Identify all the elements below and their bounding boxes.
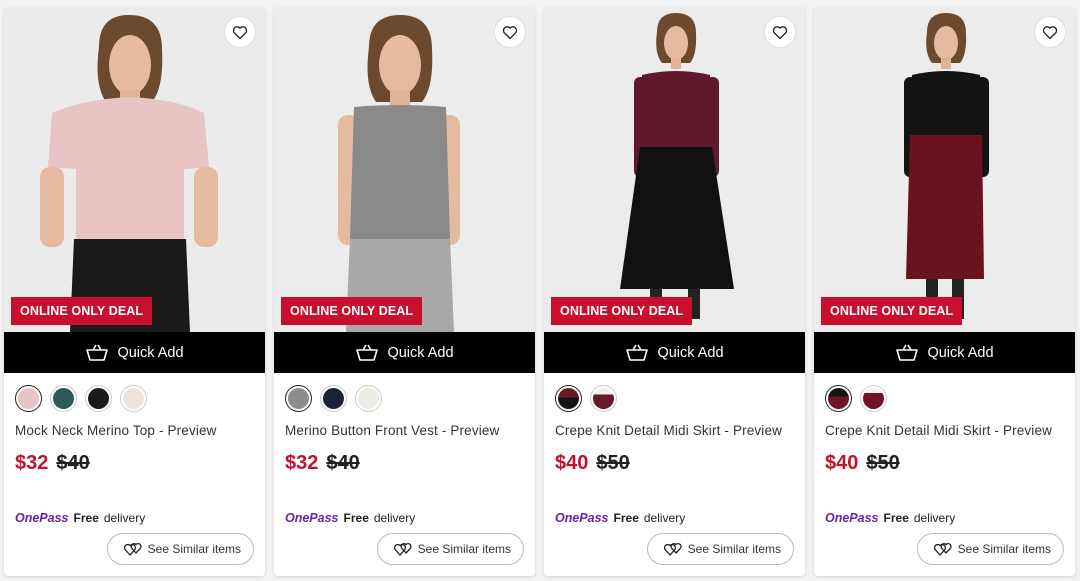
- wishlist-button[interactable]: [764, 16, 796, 48]
- price: $32 $40: [274, 438, 535, 475]
- swatch-selected[interactable]: [15, 385, 42, 412]
- wishlist-button[interactable]: [494, 16, 526, 48]
- quick-add-label: Quick Add: [387, 344, 454, 361]
- price: $40 $50: [544, 438, 805, 475]
- swatch[interactable]: [120, 385, 147, 412]
- basket-icon: [356, 344, 379, 361]
- onepass-delivery: OnePass Free delivery: [15, 511, 145, 525]
- original-price: $40: [326, 452, 360, 474]
- swatch[interactable]: [320, 385, 347, 412]
- see-similar-button[interactable]: See Similar items: [106, 533, 254, 565]
- bottom-garment: [906, 135, 984, 279]
- basket-icon: [626, 344, 649, 361]
- product-title[interactable]: Mock Neck Merino Top - Preview: [4, 412, 265, 438]
- product-card[interactable]: ONLINE ONLY DEAL Quick Add Crepe Knit De…: [814, 7, 1075, 576]
- model-photo-illustration: [4, 7, 265, 332]
- swatch[interactable]: [860, 385, 887, 412]
- quick-add-label: Quick Add: [657, 344, 724, 361]
- basket-icon: [896, 344, 919, 361]
- swatch-selected[interactable]: [285, 385, 312, 412]
- model-photo-illustration: [274, 7, 535, 332]
- see-similar-label: See Similar items: [417, 542, 511, 556]
- delivery-label: delivery: [643, 511, 686, 525]
- product-title[interactable]: Crepe Knit Detail Midi Skirt - Preview: [814, 412, 1075, 438]
- sale-price: $40: [555, 452, 589, 474]
- swatch[interactable]: [50, 385, 77, 412]
- onepass-logo: OnePass: [825, 511, 879, 525]
- model-photo-illustration: [544, 7, 805, 332]
- online-only-badge: ONLINE ONLY DEAL: [551, 297, 693, 325]
- swatch[interactable]: [590, 385, 617, 412]
- see-similar-label: See Similar items: [147, 542, 241, 556]
- sale-price: $40: [825, 452, 859, 474]
- top-garment: [350, 105, 450, 239]
- product-image[interactable]: ONLINE ONLY DEAL: [544, 7, 805, 332]
- delivery-label: delivery: [373, 511, 416, 525]
- price: $32 $40: [4, 438, 265, 475]
- free-label: Free: [73, 511, 99, 525]
- color-swatches: [544, 373, 805, 412]
- product-title[interactable]: Merino Button Front Vest - Preview: [274, 412, 535, 438]
- quick-add-button[interactable]: Quick Add: [814, 332, 1075, 373]
- delivery-label: delivery: [103, 511, 146, 525]
- onepass-delivery: OnePass Free delivery: [825, 511, 955, 525]
- product-grid: ONLINE ONLY DEAL Quick Add Mock Neck Mer…: [4, 7, 1075, 576]
- quick-add-label: Quick Add: [927, 344, 994, 361]
- free-label: Free: [343, 511, 369, 525]
- quick-add-button[interactable]: Quick Add: [274, 332, 535, 373]
- online-only-badge: ONLINE ONLY DEAL: [11, 297, 153, 325]
- original-price: $40: [56, 452, 90, 474]
- onepass-delivery: OnePass Free delivery: [285, 511, 415, 525]
- model-photo-illustration: [814, 7, 1075, 332]
- swatch-selected[interactable]: [825, 385, 852, 412]
- swatch-selected[interactable]: [555, 385, 582, 412]
- original-price: $50: [866, 452, 900, 474]
- price: $40 $50: [814, 438, 1075, 475]
- see-similar-button[interactable]: See Similar items: [916, 533, 1064, 565]
- free-label: Free: [883, 511, 909, 525]
- hearts-icon: [663, 542, 682, 556]
- heart-icon: [772, 25, 788, 39]
- quick-add-label: Quick Add: [117, 344, 184, 361]
- product-image[interactable]: ONLINE ONLY DEAL: [274, 7, 535, 332]
- quick-add-button[interactable]: Quick Add: [4, 332, 265, 373]
- hearts-icon: [123, 542, 142, 556]
- product-image[interactable]: ONLINE ONLY DEAL: [814, 7, 1075, 332]
- basket-icon: [86, 344, 109, 361]
- free-label: Free: [613, 511, 639, 525]
- online-only-badge: ONLINE ONLY DEAL: [821, 297, 963, 325]
- onepass-delivery: OnePass Free delivery: [555, 511, 685, 525]
- see-similar-button[interactable]: See Similar items: [376, 533, 524, 565]
- onepass-logo: OnePass: [555, 511, 609, 525]
- product-card[interactable]: ONLINE ONLY DEAL Quick Add Merino Button…: [274, 7, 535, 576]
- heart-icon: [232, 25, 248, 39]
- see-similar-label: See Similar items: [687, 542, 781, 556]
- sale-price: $32: [15, 452, 49, 474]
- onepass-logo: OnePass: [15, 511, 69, 525]
- see-similar-label: See Similar items: [957, 542, 1051, 556]
- product-title[interactable]: Crepe Knit Detail Midi Skirt - Preview: [544, 412, 805, 438]
- wishlist-button[interactable]: [224, 16, 256, 48]
- onepass-logo: OnePass: [285, 511, 339, 525]
- product-card[interactable]: ONLINE ONLY DEAL Quick Add Mock Neck Mer…: [4, 7, 265, 576]
- product-card[interactable]: ONLINE ONLY DEAL Quick Add Crepe Knit De…: [544, 7, 805, 576]
- swatch[interactable]: [85, 385, 112, 412]
- color-swatches: [814, 373, 1075, 412]
- swatch[interactable]: [355, 385, 382, 412]
- online-only-badge: ONLINE ONLY DEAL: [281, 297, 423, 325]
- wishlist-button[interactable]: [1034, 16, 1066, 48]
- quick-add-button[interactable]: Quick Add: [544, 332, 805, 373]
- heart-icon: [1042, 25, 1058, 39]
- hearts-icon: [393, 542, 412, 556]
- heart-icon: [502, 25, 518, 39]
- color-swatches: [4, 373, 265, 412]
- sale-price: $32: [285, 452, 319, 474]
- hearts-icon: [933, 542, 952, 556]
- see-similar-button[interactable]: See Similar items: [646, 533, 794, 565]
- delivery-label: delivery: [913, 511, 956, 525]
- color-swatches: [274, 373, 535, 412]
- product-image[interactable]: ONLINE ONLY DEAL: [4, 7, 265, 332]
- original-price: $50: [596, 452, 630, 474]
